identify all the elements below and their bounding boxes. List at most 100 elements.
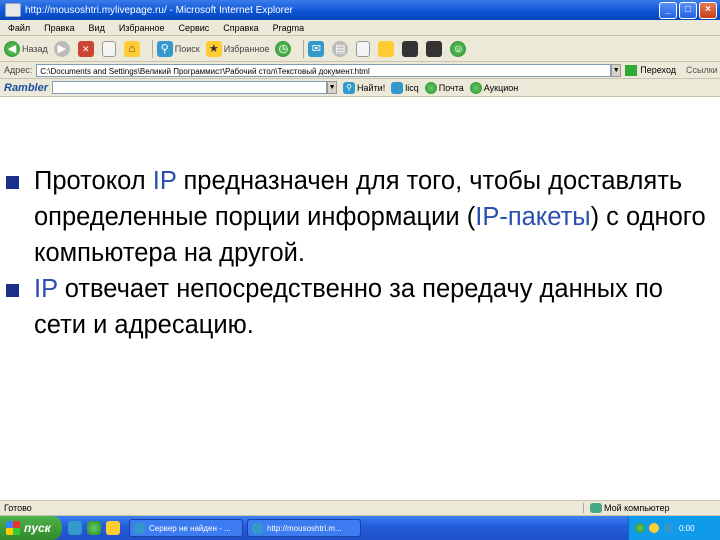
address-label: Адрес: [4,65,33,75]
status-text: Готово [4,503,32,513]
go-arrow-icon [625,64,638,76]
desktop-icon[interactable] [106,521,120,535]
page-content: Протокол IP предназначен для того, чтобы… [0,97,720,477]
menu-view[interactable]: Вид [89,23,105,33]
mail-label: Почта [438,82,464,93]
rambler-logo[interactable]: Rambler [4,82,48,94]
licq-icon [391,81,404,94]
home-icon: ⌂ [123,40,140,57]
windows-flag-icon [6,521,20,535]
taskbar: пуск Сервер не найден - ... http://mouso… [0,516,720,540]
start-button[interactable]: пуск [0,516,62,540]
forward-button[interactable]: ▶ [53,40,72,57]
highlighted-term: IP [34,275,58,303]
toolbar-separator [303,39,305,58]
refresh-button[interactable] [101,40,118,57]
history-icon: ◷ [275,40,292,57]
zone-label: Мой компьютер [604,503,670,513]
research-button[interactable] [426,40,444,57]
go-button[interactable]: Переход [625,64,677,76]
status-bar: Готово Мой компьютер [0,500,720,516]
menu-favorites[interactable]: Избранное [119,23,165,33]
bullet-item: IP отвечает непосредственно за передачу … [0,271,710,343]
go-label: Переход [640,65,677,75]
bullet-text: Протокол [34,167,153,195]
minimize-button[interactable]: _ [659,1,677,19]
title-bar: http://mousoshtri.mylivepage.ru/ - Micro… [0,0,720,20]
taskbar-item-mousoshtri[interactable]: http://mousoshtri.m... [247,519,361,537]
discuss-button[interactable] [378,40,396,57]
bullet-list: Протокол IP предназначен для того, чтобы… [0,163,710,343]
magnifier-icon: ⚲ [156,40,173,57]
users-button[interactable]: ☺ [450,40,468,57]
ie-icon [252,522,263,534]
licq-label: licq [405,82,419,93]
links-label[interactable]: Ссылки [686,65,718,75]
rambler-auction-button[interactable]: Аукцион [469,81,519,94]
standard-toolbar: ◀ Назад ▶ ✕ ⌂ ⚲ Поиск ★ Избранное ◷ ✉ ▤ [0,36,720,62]
maximize-button[interactable]: □ [679,1,697,19]
stop-button[interactable]: ✕ [77,40,96,57]
research-icon [426,40,443,57]
favorites-button[interactable]: ★ Избранное [205,40,270,57]
rambler-licq-button[interactable]: licq [391,81,419,94]
ie-page-icon [5,3,21,17]
favorites-label: Избранное [223,43,270,54]
task-label: Сервер не найден - ... [149,523,231,533]
menu-pragma[interactable]: Pragma [273,23,305,33]
rambler-mail-button[interactable]: Почта [424,81,464,94]
search-label: Поиск [174,43,200,54]
mail-icon: ✉ [308,40,325,57]
edit-icon [356,40,371,57]
print-button[interactable]: ▤ [332,40,350,57]
address-dropdown-icon[interactable]: ▼ [611,63,622,77]
menu-help[interactable]: Справка [223,23,258,33]
highlighted-term: IP-пакеты [475,203,591,231]
refresh-icon [101,40,116,57]
stop-icon: ✕ [77,40,94,57]
clock: 0:00 [679,523,695,533]
mail-icon [424,81,437,94]
toolbar-separator [151,39,153,58]
find-icon: ⚲ [343,81,356,94]
highlighted-term: IP [152,167,177,195]
search-button[interactable]: ⚲ Поиск [156,40,200,57]
search-dropdown-icon[interactable]: ▼ [327,81,338,94]
media-icon[interactable] [87,521,101,535]
menu-tools[interactable]: Сервис [178,23,209,33]
tray-icon[interactable] [663,523,673,533]
back-button[interactable]: ◀ Назад [4,40,48,57]
bullet-marker-icon [6,284,19,297]
computer-icon [590,503,602,513]
folder-icon [378,40,395,57]
forward-arrow-icon: ▶ [53,40,70,57]
star-icon: ★ [205,40,222,57]
find-label: Найти! [357,82,386,93]
address-input[interactable]: C:\Documents and Settings\Великий Програ… [36,63,612,77]
menu-edit[interactable]: Правка [44,23,74,33]
back-label: Назад [22,43,48,54]
taskbar-item-server-not-found[interactable]: Сервер не найден - ... [129,519,243,537]
mail-button[interactable]: ✉ [308,40,326,57]
edit-button[interactable] [356,40,372,57]
auction-label: Аукцион [483,82,519,93]
address-bar: Адрес: C:\Documents and Settings\Великий… [0,62,720,79]
messenger-button[interactable] [402,40,420,57]
window-icon [402,40,419,57]
home-button[interactable]: ⌂ [123,40,142,57]
bullet-item: Протокол IP предназначен для того, чтобы… [0,163,710,271]
users-icon: ☺ [450,40,467,57]
rambler-toolbar: Rambler ▼ ⚲ Найти! licq Почта Аукцион [0,79,720,97]
ie-icon[interactable] [68,521,82,535]
auction-icon [469,81,482,94]
security-zone: Мой компьютер [583,503,720,513]
rambler-search-input[interactable] [52,81,328,94]
task-label: http://mousoshtri.m... [267,523,342,533]
menu-file[interactable]: Файл [8,23,30,33]
rambler-find-button[interactable]: ⚲ Найти! [343,81,386,94]
close-button[interactable]: × [699,1,717,19]
window-title: http://mousoshtri.mylivepage.ru/ - Micro… [25,4,293,16]
tray-icon[interactable] [649,523,659,533]
history-button[interactable]: ◷ [275,40,293,57]
tray-icon[interactable] [635,523,645,533]
